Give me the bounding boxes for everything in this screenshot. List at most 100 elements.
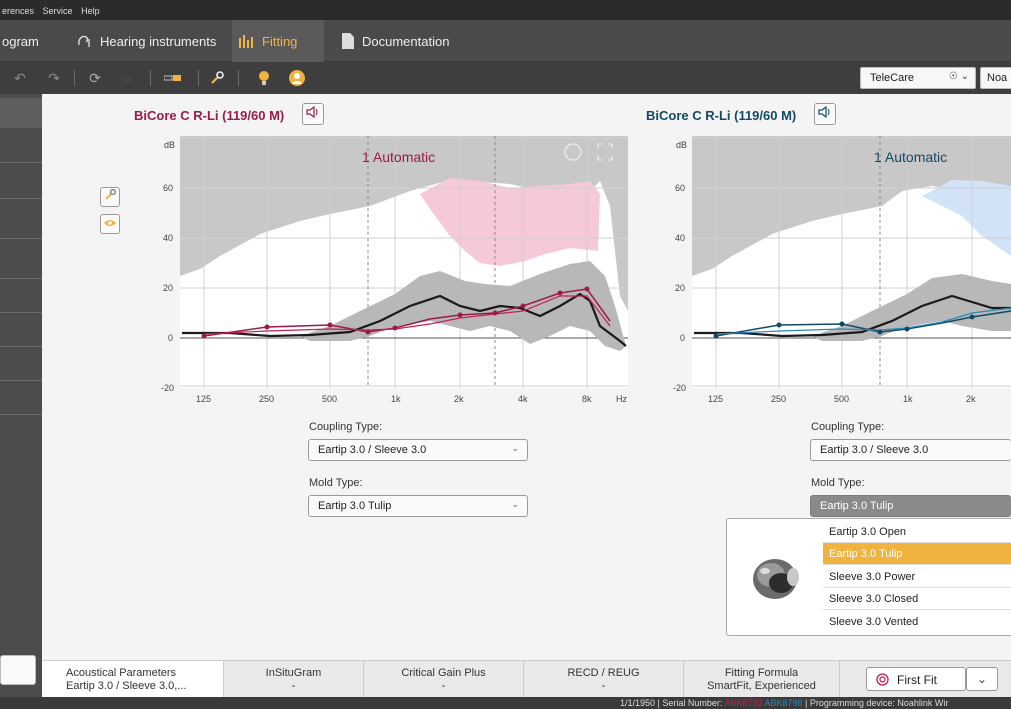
sidebar-top-item[interactable] xyxy=(0,98,42,128)
right-chart-program-label: 1 Automatic xyxy=(874,149,947,165)
sidebar-divider xyxy=(0,198,42,199)
main-tab-bar: ogram Hearing instruments Fitting Docume… xyxy=(0,20,1011,62)
connect-device-icon[interactable] xyxy=(163,69,183,87)
speaker-icon xyxy=(818,105,832,123)
dropdown-option[interactable]: Eartip 3.0 Open xyxy=(823,521,1011,543)
left-x-tick: 2k xyxy=(454,394,464,404)
left-gain-chart[interactable]: 1 Automatic dB 60 40 20 0 -20 125 250 50… xyxy=(150,136,630,412)
left-mold-label: Mold Type: xyxy=(309,477,363,489)
dropdown-option-selected[interactable]: Eartip 3.0 Tulip xyxy=(823,543,1011,565)
status-serial-left: ABK8793 xyxy=(724,698,763,708)
refresh-icon[interactable]: ⟳ xyxy=(86,69,104,87)
right-x-tick: 2k xyxy=(966,394,976,404)
sidebar-bottom-box[interactable] xyxy=(0,655,36,685)
dropdown-option[interactable]: Sleeve 3.0 Power xyxy=(823,566,1011,588)
eye-side-button[interactable] xyxy=(100,214,120,234)
telecare-label: TeleCare xyxy=(870,72,915,84)
right-x-tick: 1k xyxy=(903,394,913,404)
mold-type-dropdown: Eartip 3.0 Open Eartip 3.0 Tulip Sleeve … xyxy=(726,518,1011,636)
wrench-side-button[interactable] xyxy=(100,187,120,207)
tab-hearing-instruments[interactable]: Hearing instruments xyxy=(76,20,216,62)
toolbar-separator xyxy=(74,70,75,86)
sidebar-divider xyxy=(0,380,42,381)
dropdown-option[interactable]: Sleeve 3.0 Vented xyxy=(823,611,1011,633)
menu-bar: erences Service Help xyxy=(0,0,1011,20)
left-mold-select[interactable]: Eartip 3.0 Tulip ⌄ xyxy=(308,495,528,517)
chevron-down-icon: ⌄ xyxy=(511,499,519,509)
tab-subtitle: - xyxy=(441,680,446,692)
tab-documentation[interactable]: Documentation xyxy=(342,20,449,62)
right-gain-chart[interactable]: 1 Automatic dB 60 40 20 0 -20 125 250 50… xyxy=(662,136,1011,412)
tab-hearing-instruments-label: Hearing instruments xyxy=(100,33,217,49)
lightbulb-icon[interactable] xyxy=(256,69,272,87)
first-fit-button[interactable]: First Fit xyxy=(866,667,966,691)
wrench-icon[interactable] xyxy=(208,69,226,87)
tab-subtitle: SmartFit, Experienced xyxy=(707,680,816,692)
status-date: 1/1/1950 xyxy=(620,698,656,708)
right-coupling-value: Eartip 3.0 / Sleeve 3.0 xyxy=(820,444,929,456)
left-coupling-label: Coupling Type: xyxy=(309,421,383,433)
first-fit-dropdown-button[interactable]: ⌄ xyxy=(966,667,998,691)
eartip-preview-image xyxy=(753,559,799,599)
left-x-tick: 4k xyxy=(518,394,528,404)
tab-fitting[interactable]: Fitting xyxy=(232,20,324,62)
undo-icon[interactable]: ↶ xyxy=(12,69,28,87)
redo-icon[interactable]: ↷ xyxy=(46,69,62,87)
hearing-instrument-icon xyxy=(76,33,92,49)
left-chart-program-label: 1 Automatic xyxy=(362,149,435,165)
right-y-tick: 0 xyxy=(680,333,685,343)
status-serial-prefix: Serial Number: xyxy=(662,698,723,708)
tab-subtitle: Eartip 3.0 / Sleeve 3.0,... xyxy=(66,680,187,692)
tab-recd-reug[interactable]: RECD / REUG - xyxy=(524,661,684,698)
right-coupling-select[interactable]: Eartip 3.0 / Sleeve 3.0 xyxy=(810,439,1011,461)
noah-select[interactable]: Noa xyxy=(980,67,1011,89)
right-y-tick: 40 xyxy=(675,233,685,243)
user-avatar-icon[interactable] xyxy=(288,69,306,87)
first-fit-label: First Fit xyxy=(897,673,937,687)
wrench-icon xyxy=(104,188,117,206)
tab-fitting-formula[interactable]: Fitting Formula SmartFit, Experienced xyxy=(684,661,840,698)
right-coupling-label: Coupling Type: xyxy=(811,421,885,433)
right-mold-label: Mold Type: xyxy=(811,477,865,489)
tab-insitugram[interactable]: InSituGram - xyxy=(224,661,364,698)
tab-program[interactable]: ogram xyxy=(2,20,39,62)
toolbar: ↶ ↷ ⟳ ◌ TeleCare ☉ ⌄ Noa xyxy=(0,62,1011,94)
left-coupling-select[interactable]: Eartip 3.0 / Sleeve 3.0 ⌄ xyxy=(308,439,528,461)
left-y-tick: 20 xyxy=(163,283,173,293)
right-x-tick: 250 xyxy=(771,394,786,404)
right-speaker-button[interactable] xyxy=(814,103,836,125)
left-y-unit: dB xyxy=(164,140,175,150)
noah-label: Noa xyxy=(987,72,1008,84)
menu-item-help[interactable]: Help xyxy=(81,6,100,16)
toolbar-separator xyxy=(198,70,199,86)
left-x-tick: 1k xyxy=(391,394,401,404)
chevron-down-icon: ⌄ xyxy=(976,672,988,686)
telecare-user-icon: ☉ ⌄ xyxy=(948,71,969,82)
menu-item-service[interactable]: Service xyxy=(43,6,73,16)
tab-title: RECD / REUG xyxy=(567,667,640,679)
tab-title: Acoustical Parameters xyxy=(66,667,177,679)
right-y-unit: dB xyxy=(676,140,687,150)
status-programming-device: Programming device: Noahlink Wir xyxy=(809,698,949,708)
left-x-tick: 125 xyxy=(196,394,211,404)
left-y-tick: 60 xyxy=(163,183,173,193)
eye-icon xyxy=(103,215,117,233)
left-speaker-button[interactable] xyxy=(302,103,324,125)
tab-critical-gain-plus[interactable]: Critical Gain Plus - xyxy=(364,661,524,698)
tab-acoustical-parameters[interactable]: Acoustical Parameters Eartip 3.0 / Sleev… xyxy=(42,661,224,698)
left-sidebar xyxy=(0,94,42,699)
menu-item-preferences[interactable]: erences xyxy=(2,6,34,16)
left-y-tick: 40 xyxy=(163,233,173,243)
chevron-down-icon: ⌄ xyxy=(511,443,519,453)
status-bar: 1/1/1950 | Serial Number: ABK8793 ABK879… xyxy=(0,697,1011,709)
document-icon xyxy=(342,33,354,49)
disabled-tool-icon[interactable]: ◌ xyxy=(118,69,134,87)
dropdown-option[interactable]: Sleeve 3.0 Closed xyxy=(823,588,1011,610)
tab-subtitle: - xyxy=(601,680,606,692)
sidebar-divider xyxy=(0,162,42,163)
sidebar-divider xyxy=(0,278,42,279)
left-x-tick: 250 xyxy=(259,394,274,404)
right-y-tick: 60 xyxy=(675,183,685,193)
right-mold-select[interactable]: Eartip 3.0 Tulip xyxy=(810,495,1011,517)
telecare-select[interactable]: TeleCare ☉ ⌄ xyxy=(860,67,976,89)
